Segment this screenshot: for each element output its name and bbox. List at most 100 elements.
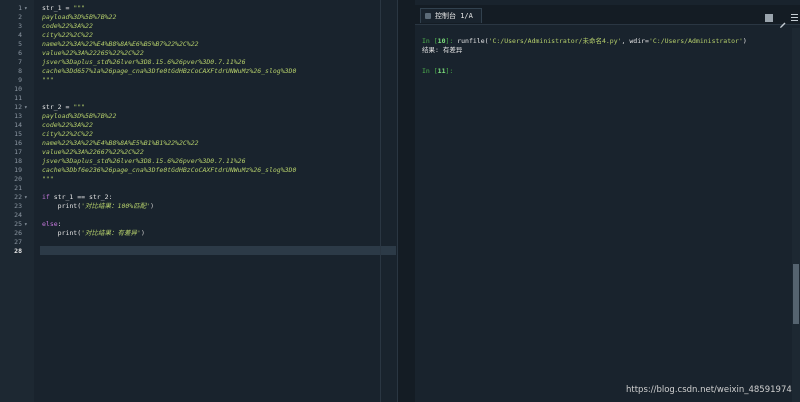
line-number: 9 xyxy=(18,76,22,84)
watermark: https://blog.csdn.net/weixin_48591974 xyxy=(626,385,792,395)
line-number: 10 xyxy=(14,85,22,93)
code-line[interactable]: code%22%3A%22 xyxy=(42,22,93,31)
line-number: 26 xyxy=(14,229,22,237)
code-line[interactable]: code%22%3A%22 xyxy=(42,121,93,130)
code-token: ) xyxy=(150,202,155,210)
code-token: city%22%2C%22 xyxy=(42,31,93,39)
line-number: 7 xyxy=(18,58,22,66)
code-token: payload%3D%5B%7B%22 xyxy=(42,112,117,120)
code-line[interactable]: value%22%3A%22265%22%2C%22 xyxy=(42,49,144,58)
line-number: 16 xyxy=(14,139,22,147)
console-input-line-10: In [10]: runfile('C:/Users/Administrator… xyxy=(422,37,747,45)
code-line[interactable]: jsver%3Daplus_std%26lver%3D8.15.6%26pver… xyxy=(42,157,246,166)
stop-square-icon[interactable] xyxy=(765,14,773,22)
code-token: value%22%3A%22265%22%2C%22 xyxy=(42,49,144,57)
code-token: """ xyxy=(42,76,54,84)
line-number: 12 xyxy=(14,103,22,111)
console-scrollbar[interactable] xyxy=(792,28,800,402)
code-token: """ xyxy=(73,103,86,111)
fold-toggle-icon[interactable]: ▾ xyxy=(24,193,30,202)
code-token: jsver%3Daplus_std%26lver%3D8.15.6%26pver… xyxy=(42,58,246,66)
code-line[interactable]: print('对比结果：100%匹配') xyxy=(42,202,154,211)
code-line[interactable]: jsver%3Daplus_std%26lver%3D8.15.6%26pver… xyxy=(42,58,246,67)
scrollbar-thumb[interactable] xyxy=(793,264,799,324)
code-token: name%22%3A%22%E4%B8%8A%E6%B5%B7%22%2C%22 xyxy=(42,40,199,48)
code-token: payload%3D%5B%7B%22 xyxy=(42,13,117,21)
code-line[interactable]: city%22%2C%22 xyxy=(42,31,93,40)
tab-console[interactable]: 控制台 1/A xyxy=(420,8,482,23)
line-number: 22 xyxy=(14,193,22,201)
line-number: 8 xyxy=(18,67,22,75)
line-number: 4 xyxy=(18,31,22,39)
line-number-gutter: 1 2 3 4 5 6 7 8 9 10 11 12 13 14 15 16 17 18 19 20 21 22 23 24 2… xyxy=(0,0,34,402)
code-line[interactable]: payload%3D%5B%7B%22 xyxy=(42,13,116,22)
code-line[interactable]: city%22%2C%22 xyxy=(42,130,93,139)
line-number: 1 xyxy=(18,4,22,12)
line-number: 13 xyxy=(14,112,22,120)
code-token: = xyxy=(61,4,74,12)
code-token: else xyxy=(42,220,58,228)
code-line[interactable]: print('对比结果：有差异') xyxy=(42,229,145,238)
code-line[interactable]: if str_1 == str_2: xyxy=(42,193,112,202)
code-token: city%22%2C%22 xyxy=(42,130,93,138)
code-token: : xyxy=(57,220,62,228)
code-token: str_1 == str_2: xyxy=(49,193,113,201)
code-line[interactable]: name%22%3A%22%E4%B8%8A%E5%B1%B1%22%2C%22 xyxy=(42,139,199,148)
current-line-highlight xyxy=(40,246,396,255)
code-token: value%22%3A%22667%22%2C%22 xyxy=(42,148,144,156)
line-number: 2 xyxy=(18,13,22,21)
code-token: '对比结果：有差异' xyxy=(81,229,141,237)
console-tab-icon xyxy=(425,13,431,19)
fold-toggle-icon[interactable]: ▾ xyxy=(24,4,30,13)
code-token: = xyxy=(61,103,74,111)
code-line[interactable]: value%22%3A%22667%22%2C%22 xyxy=(42,148,144,157)
line-number: 27 xyxy=(14,238,22,246)
hamburger-menu-icon[interactable] xyxy=(791,14,799,22)
code-line[interactable]: payload%3D%5B%7B%22 xyxy=(42,112,116,121)
fold-toggle-icon[interactable]: ▾ xyxy=(24,220,30,229)
fold-toggle-icon[interactable]: ▾ xyxy=(24,103,30,112)
code-token: if xyxy=(42,193,50,201)
code-token: name%22%3A%22%E4%B8%8A%E5%B1%B1%22%2C%22 xyxy=(42,139,199,147)
code-line[interactable]: name%22%3A%22%E4%B8%8A%E6%B5%B7%22%2C%22 xyxy=(42,40,199,49)
code-token: ) xyxy=(140,229,145,237)
code-line[interactable]: str_2 = """ xyxy=(42,103,85,112)
pencil-icon[interactable] xyxy=(779,14,787,28)
console-output: 结果: 有差异 xyxy=(422,46,463,54)
code-token: '对比结果：100%匹配' xyxy=(81,202,151,210)
code-line[interactable]: cache%3Dbf6e236%26page_cna%3Dfe0tGdHBzCo… xyxy=(42,166,296,175)
line-number: 11 xyxy=(14,94,22,102)
code-token: print( xyxy=(42,229,82,237)
code-token: """ xyxy=(73,4,86,12)
line-number: 21 xyxy=(14,184,22,192)
code-line[interactable]: """ xyxy=(42,76,54,85)
line-number: 20 xyxy=(14,175,22,183)
line-number: 15 xyxy=(14,130,22,138)
line-number: 23 xyxy=(14,202,22,210)
code-token: code%22%3A%22 xyxy=(42,121,93,129)
pane-splitter[interactable] xyxy=(397,0,415,402)
code-line[interactable]: else: xyxy=(42,220,62,229)
code-line[interactable]: """ xyxy=(42,175,54,184)
console-tab-bar: 控制台 1/A xyxy=(415,5,800,28)
edge-line-guide xyxy=(380,0,381,402)
line-number: 25 xyxy=(14,220,22,228)
line-number: 14 xyxy=(14,121,22,129)
line-number: 17 xyxy=(14,148,22,156)
console-tab-label: 控制台 1/A xyxy=(435,12,473,20)
code-token: print( xyxy=(42,202,82,210)
line-number: 5 xyxy=(18,40,22,48)
ipython-console-pane[interactable]: 控制台 1/A In [10]: runfile('C:/Users/Admin… xyxy=(415,0,800,402)
code-line[interactable]: str_1 = """ xyxy=(42,4,85,13)
line-number: 19 xyxy=(14,166,22,174)
line-number: 18 xyxy=(14,157,22,165)
code-token: cache%3Dd657%1a%26page_cna%3Dfe0tGdHBzCo… xyxy=(42,67,297,75)
code-token: """ xyxy=(42,175,54,183)
line-number: 24 xyxy=(14,211,22,219)
console-input-line-11[interactable]: In [11]: xyxy=(422,67,453,76)
line-number: 3 xyxy=(18,22,22,30)
code-editor[interactable]: 1 2 3 4 5 6 7 8 9 10 11 12 13 14 15 16 17 18 19 20 21 22 23 24 2… xyxy=(0,0,397,402)
code-line[interactable]: cache%3Dd657%1a%26page_cna%3Dfe0tGdHBzCo… xyxy=(42,67,296,76)
line-number: 6 xyxy=(18,49,22,57)
code-token: code%22%3A%22 xyxy=(42,22,93,30)
